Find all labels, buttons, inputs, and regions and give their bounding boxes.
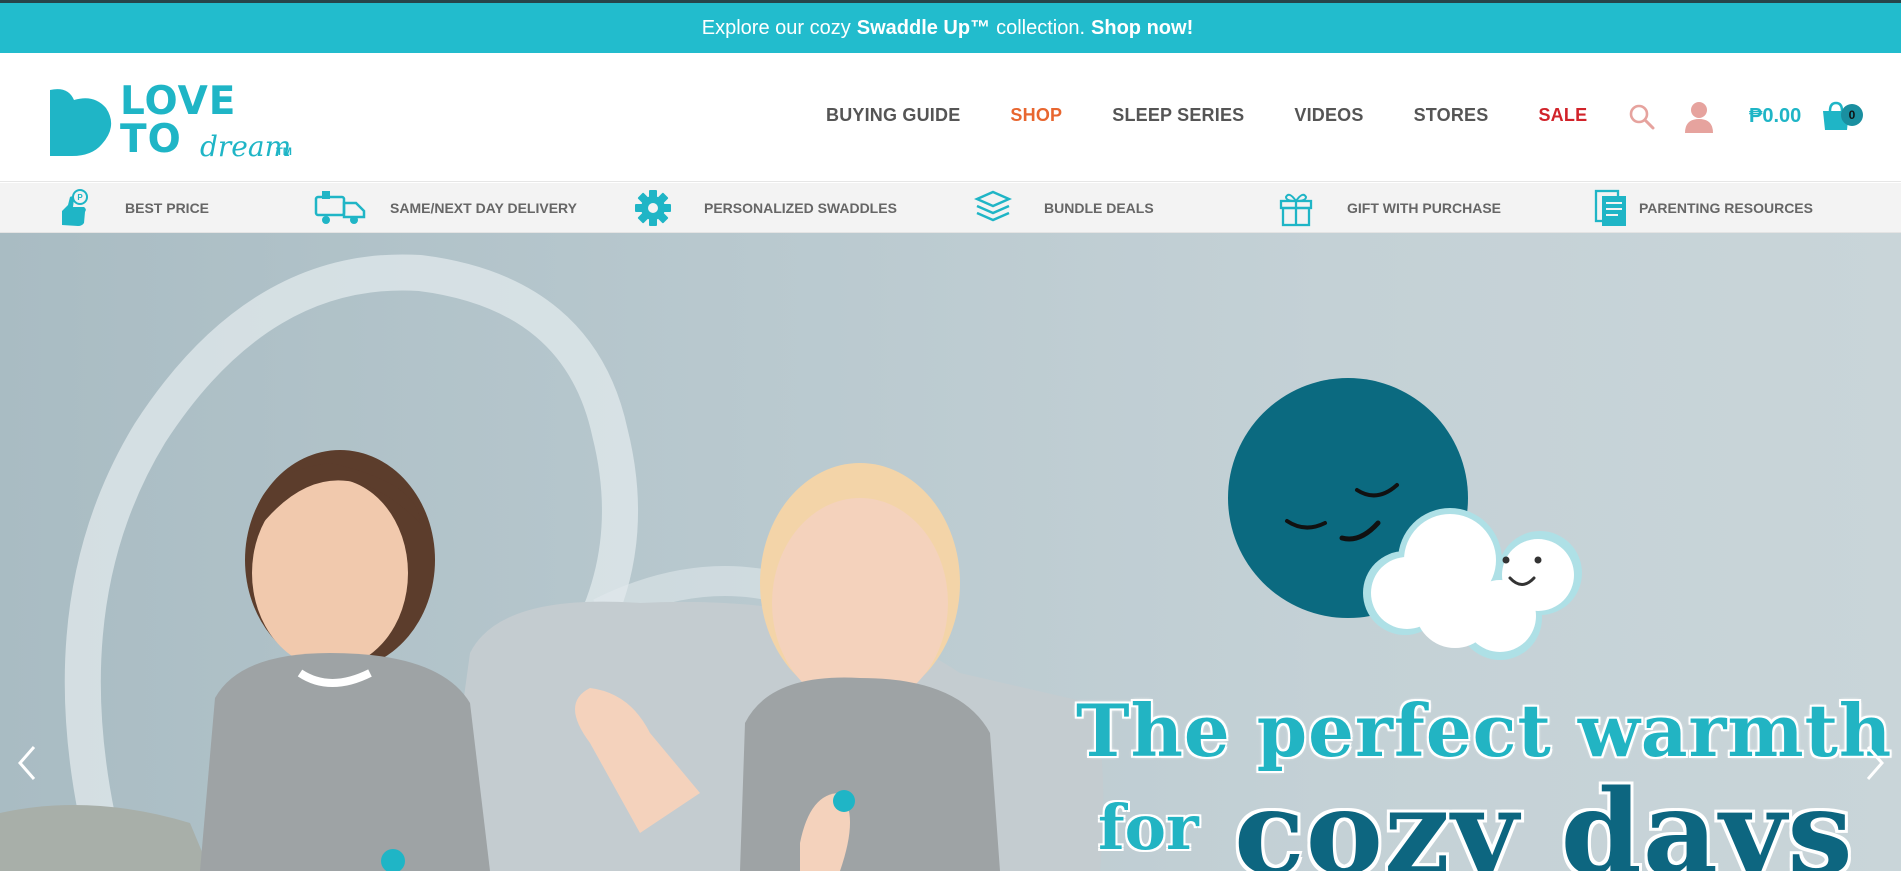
- carousel-next-arrow-icon[interactable]: [1862, 743, 1888, 783]
- hero-headline-line1: The perfect warmth: [1076, 688, 1893, 773]
- feature-gift[interactable]: GIFT WITH PURCHASE: [1277, 183, 1501, 233]
- feature-label: BUNDLE DEALS: [1044, 200, 1154, 216]
- brand-logo[interactable]: LOVE TO dream TM: [42, 79, 302, 162]
- announcement-prefix: Explore our cozy: [701, 16, 851, 39]
- nav-buying-guide[interactable]: BUYING GUIDE: [826, 105, 960, 126]
- delivery-truck-icon: [314, 191, 366, 224]
- hero-headline-for: for: [1098, 791, 1199, 864]
- price-tag-hand-icon: P: [62, 189, 88, 226]
- svg-text:P: P: [77, 193, 83, 202]
- nav-videos[interactable]: VIDEOS: [1294, 105, 1363, 126]
- feature-bundle-deals[interactable]: BUNDLE DEALS: [974, 183, 1154, 233]
- book-icon: [1594, 189, 1626, 226]
- feature-parenting[interactable]: PARENTING RESOURCES: [1592, 183, 1813, 233]
- nav-sale[interactable]: SALE: [1538, 105, 1587, 126]
- feature-label: PARENTING RESOURCES: [1639, 200, 1813, 216]
- feature-label: GIFT WITH PURCHASE: [1347, 200, 1501, 216]
- feature-delivery[interactable]: SAME/NEXT DAY DELIVERY: [314, 183, 577, 233]
- gift-icon: [1279, 193, 1313, 227]
- site-header: LOVE TO dream TM BUYING GUIDE SHOP SLEEP…: [0, 53, 1901, 182]
- search-icon[interactable]: [1628, 103, 1656, 131]
- announcement-product: Swaddle Up™: [856, 16, 991, 39]
- gear-icon: [635, 190, 671, 226]
- announcement-middle: collection.: [996, 16, 1086, 39]
- user-icon[interactable]: [1684, 101, 1714, 133]
- announcement-bar[interactable]: Explore our cozy Swaddle Up™ collection.…: [0, 0, 1901, 53]
- nav-stores[interactable]: STORES: [1414, 105, 1489, 126]
- announcement-cta-link[interactable]: Shop now!: [1091, 17, 1193, 40]
- nav-sleep-series[interactable]: SLEEP SERIES: [1112, 105, 1244, 126]
- stack-icon: [974, 190, 1012, 222]
- nav-shop[interactable]: SHOP: [1010, 105, 1062, 126]
- feature-label: SAME/NEXT DAY DELIVERY: [390, 200, 577, 216]
- logo-word-love: LOVE: [120, 79, 237, 124]
- feature-best-price[interactable]: P BEST PRICE: [56, 183, 209, 233]
- carousel-prev-arrow-icon[interactable]: [14, 743, 40, 783]
- feature-personalized[interactable]: PERSONALIZED SWADDLES: [634, 183, 897, 233]
- feature-label: PERSONALIZED SWADDLES: [704, 200, 897, 216]
- cart-total[interactable]: ₱0.00: [1749, 105, 1801, 128]
- feature-label: BEST PRICE: [125, 200, 210, 216]
- heart-logo-icon: [50, 89, 112, 156]
- main-nav: BUYING GUIDE SHOP SLEEP SERIES VIDEOS ST…: [826, 105, 1637, 126]
- cart-count-badge: 0: [1841, 104, 1863, 126]
- logo-trademark: TM: [276, 146, 292, 158]
- features-strip: P BEST PRICE SAME/NEXT DAY DELIVERY PERS…: [0, 183, 1901, 233]
- hero-banner[interactable]: The perfect warmth for cozy days: [0, 233, 1901, 871]
- hero-headline-emphasis: cozy days: [1234, 765, 1854, 871]
- logo-word-to: TO: [120, 117, 182, 162]
